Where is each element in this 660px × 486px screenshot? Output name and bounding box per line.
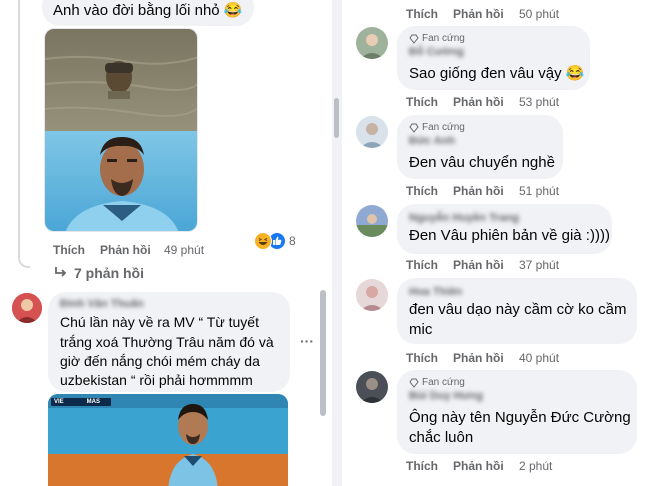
meme-image[interactable] [44,28,198,232]
reply-button[interactable]: Phản hồi [100,243,151,257]
avatar[interactable] [356,371,388,403]
like-button[interactable]: Thích [406,459,438,473]
avatar-image [356,27,388,59]
avatar[interactable] [356,279,388,311]
comment-time: 53 phút [519,95,560,109]
comment-time: 37 phút [519,258,560,272]
like-button[interactable]: Thích [406,184,438,198]
haha-reaction-icon [254,232,272,250]
comment-line: Ông này tên Nguyễn Đức Cường [409,409,631,426]
comment-author[interactable]: Đỗ Cường [409,46,464,58]
comment-author[interactable]: Nguyễn Huyền Trang [409,212,519,224]
comment-text: Sao giống đen vâu vậy 😂 [409,65,585,82]
avatar-image [12,293,42,323]
avatar-image [356,279,388,311]
comment-line: uzbekistan “ rồi phải hơmmmm [60,372,253,388]
comment-line: chắc luôn [409,429,474,446]
comment-bubble: Anh vào đời bằng lối nhỏ 😂 [42,0,254,26]
like-button[interactable]: Thích [53,243,85,257]
comment-time: 50 phút [519,7,560,21]
comment-time: 2 phút [519,459,553,473]
fan-badge-label: Fan cứng [422,33,465,44]
comment-bubble: Fan cứng Đức Anh Đen vâu chuyển nghề [397,115,563,179]
comment-bubble: Đinh Văn Thuấn Chú lần này về ra MV “ Từ… [48,292,290,392]
fan-badge: Fan cứng [409,377,465,388]
comment-text: Anh vào đời bằng lối nhỏ 😂 [53,2,243,19]
thread-line [18,0,30,268]
comment-time: 51 phút [519,184,560,198]
reaction-summary[interactable]: 8 [254,231,296,251]
scrollbar-thumb[interactable] [320,290,326,416]
fan-badge-label: Fan cứng [422,122,465,133]
avatar[interactable] [356,27,388,59]
comment-line: đen vâu dạo này cầm cờ ko cầm [409,301,627,318]
view-replies-link[interactable]: 7 phản hồi [54,265,144,281]
comment-line: giờ đến nắng chói mém cháy da [60,353,260,369]
like-button[interactable]: Thích [406,7,438,21]
avatar-image [356,116,388,148]
comment-author[interactable]: Đinh Văn Thuấn [60,298,144,310]
reply-button[interactable]: Phản hồi [453,351,504,365]
fan-badge: Fan cứng [409,33,465,44]
reply-button[interactable]: Phản hồi [453,258,504,272]
scoreboard: VIE MAS [54,399,100,405]
reply-button[interactable]: Phản hồi [453,184,504,198]
like-button[interactable]: Thích [406,95,438,109]
comment-line: trắng xoá Thường Trâu năm đó và [60,334,274,350]
like-button[interactable]: Thích [406,258,438,272]
reply-button[interactable]: Phản hồi [453,7,504,21]
avatar[interactable] [356,116,388,148]
diamond-icon [409,123,419,133]
diamond-icon [409,378,419,388]
fan-badge-label: Fan cứng [422,377,465,388]
fan-badge: Fan cứng [409,122,465,133]
comment-author[interactable]: Hoa Thiên [409,286,462,298]
match-photo [48,394,288,486]
reply-arrow-icon [55,267,67,277]
more-options-button[interactable]: ··· [300,333,314,349]
comment-line: Chú lần này về ra MV “ Từ tuyết [60,314,259,330]
avatar-image [356,371,388,403]
scoreboard-home: VIE [54,399,64,405]
reply-button[interactable]: Phản hồi [453,95,504,109]
comment-bubble: Fan cứng Đỗ Cường Sao giống đen vâu vậy … [397,26,590,90]
comment-text: Đen vâu chuyển nghề [409,154,555,171]
comment-time: 49 phút [164,243,205,257]
comment-author[interactable]: Đức Anh [409,135,455,147]
meme-photo [45,29,197,231]
scoreboard-away: MAS [86,399,101,405]
avatar-image [356,205,388,237]
diamond-icon [409,34,419,44]
reply-button[interactable]: Phản hồi [453,459,504,473]
comment-time: 40 phút [519,351,560,365]
match-image[interactable]: VIE MAS [48,394,288,486]
right-comment-panel: Thích Phản hồi 50 phút Fan cứng Đỗ Cường… [342,0,660,486]
avatar[interactable] [12,293,42,323]
left-comment-panel: Anh vào đời bằng lối nhỏ 😂 Thích Phản hồ… [0,0,332,486]
comment-line: mic [409,321,433,338]
comment-text: Đen Vâu phiên bản về già :)))) [409,227,610,244]
like-button[interactable]: Thích [406,351,438,365]
reaction-count: 8 [289,234,296,248]
scrollbar-thumb[interactable] [334,98,339,138]
comment-bubble: Hoa Thiên đen vâu dạo này cầm cờ ko cầm … [397,278,637,344]
comment-bubble: Fan cứng Bùi Duy Hưng Ông này tên Nguyễn… [397,370,637,454]
comment-bubble: Nguyễn Huyền Trang Đen Vâu phiên bản về … [397,204,612,254]
comment-author[interactable]: Bùi Duy Hưng [409,390,483,402]
view-replies-label: 7 phản hồi [74,265,144,281]
avatar[interactable] [356,205,388,237]
